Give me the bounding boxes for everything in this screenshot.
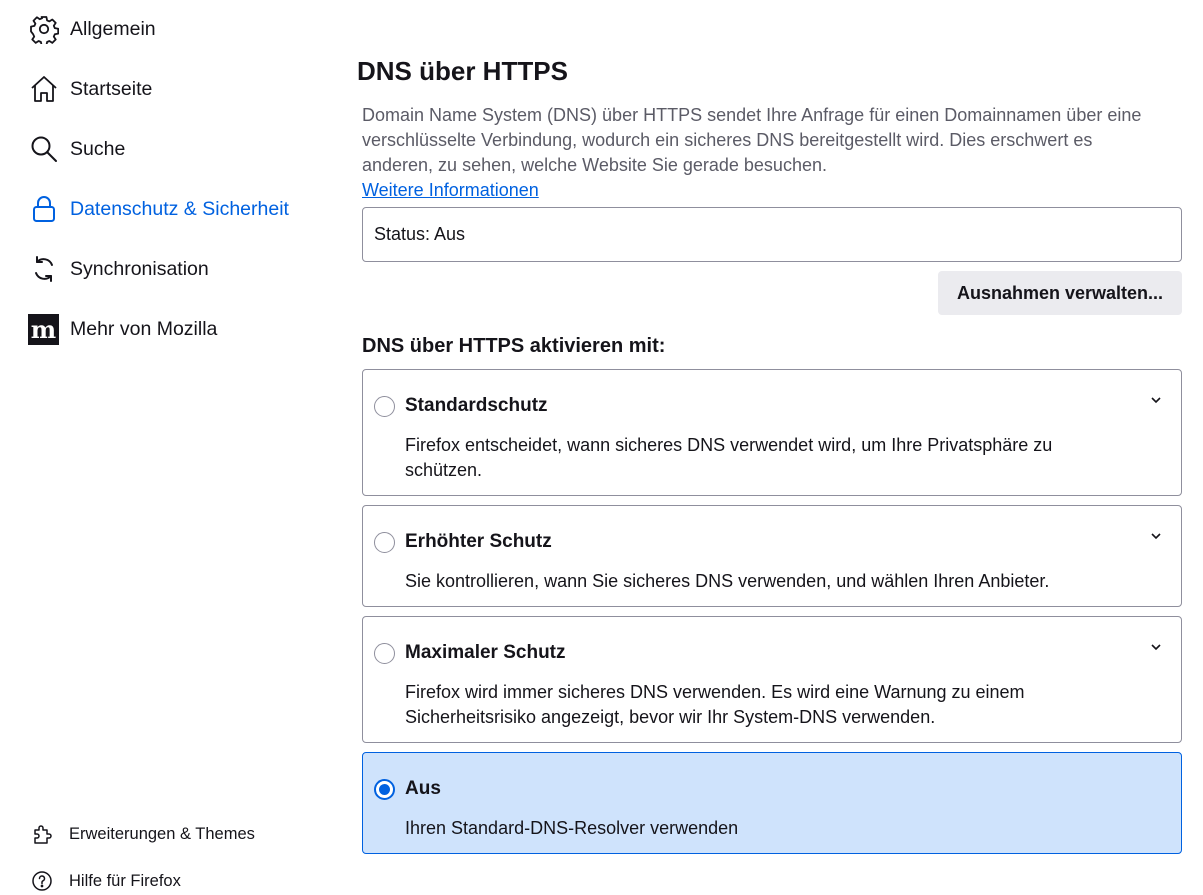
help-icon	[30, 869, 54, 893]
learn-more-link[interactable]: Weitere Informationen	[362, 180, 539, 201]
sidebar-item-label: Startseite	[70, 77, 153, 100]
option-title: Erhöhter Schutz	[405, 531, 552, 552]
puzzle-icon	[30, 822, 54, 846]
mozilla-icon: m	[28, 313, 59, 345]
radio-off[interactable]	[374, 779, 395, 800]
option-description: Sie kontrollieren, wann Sie sicheres DNS…	[405, 571, 1050, 591]
chevron-down-icon[interactable]	[1149, 640, 1163, 654]
lock-icon	[28, 194, 59, 225]
option-description: Firefox entscheidet, wann sicheres DNS v…	[405, 435, 1053, 480]
sync-icon	[28, 254, 59, 285]
sidebar-item-home[interactable]: Startseite	[28, 71, 152, 107]
section-description: Domain Name System (DNS) über HTTPS send…	[362, 105, 1142, 175]
sidebar-footer-label: Erweiterungen & Themes	[69, 824, 255, 843]
option-card-max[interactable]: Maximaler Schutz Firefox wird immer sich…	[362, 616, 1182, 743]
radio-default[interactable]	[374, 396, 395, 417]
chevron-down-icon[interactable]	[1149, 393, 1163, 407]
manage-exceptions-label: Ausnahmen verwalten...	[956, 282, 1164, 303]
radio-increased[interactable]	[374, 532, 395, 553]
option-description: Firefox wird immer sicheres DNS verwende…	[405, 682, 1025, 727]
sidebar-footer-help[interactable]: Hilfe für Firefox	[30, 867, 181, 895]
status-text: Status: Aus	[374, 224, 466, 244]
sidebar-item-label: Allgemein	[70, 17, 156, 40]
sidebar-item-label: Suche	[70, 137, 126, 160]
radio-max[interactable]	[374, 643, 395, 664]
sidebar-item-sync[interactable]: Synchronisation	[28, 251, 209, 287]
sidebar-item-search[interactable]: Suche	[28, 131, 125, 167]
sidebar-item-mozilla[interactable]: m Mehr von Mozilla	[28, 311, 217, 347]
page-title: DNS über HTTPS	[357, 56, 568, 86]
chevron-down-icon[interactable]	[1149, 529, 1163, 543]
gear-icon	[28, 14, 59, 45]
home-icon	[28, 74, 59, 105]
sidebar-footer-label: Hilfe für Firefox	[69, 871, 181, 890]
dns-status-box: Status: Aus	[362, 207, 1182, 262]
option-card-default[interactable]: Standardschutz Firefox entscheidet, wann…	[362, 369, 1182, 496]
sidebar-item-general[interactable]: Allgemein	[28, 11, 156, 47]
sidebar-item-label: Synchronisation	[70, 257, 209, 280]
sidebar-item-privacy[interactable]: Datenschutz & Sicherheit	[28, 191, 289, 227]
option-title: Maximaler Schutz	[405, 642, 566, 663]
radio-group-label: DNS über HTTPS aktivieren mit:	[362, 335, 666, 357]
svg-text:m: m	[31, 315, 56, 344]
option-title: Standardschutz	[405, 395, 548, 416]
option-card-increased[interactable]: Erhöhter Schutz Sie kontrollieren, wann …	[362, 505, 1182, 607]
search-icon	[28, 134, 59, 165]
option-title: Aus	[405, 778, 441, 799]
option-card-off[interactable]: Aus Ihren Standard-DNS-Resolver verwende…	[362, 752, 1182, 854]
sidebar-item-label: Mehr von Mozilla	[70, 317, 218, 340]
option-description: Ihren Standard-DNS-Resolver verwenden	[405, 818, 739, 838]
sidebar-item-label: Datenschutz & Sicherheit	[70, 197, 289, 220]
manage-exceptions-button[interactable]: Ausnahmen verwalten...	[938, 271, 1182, 315]
sidebar-footer-extensions[interactable]: Erweiterungen & Themes	[30, 820, 255, 848]
